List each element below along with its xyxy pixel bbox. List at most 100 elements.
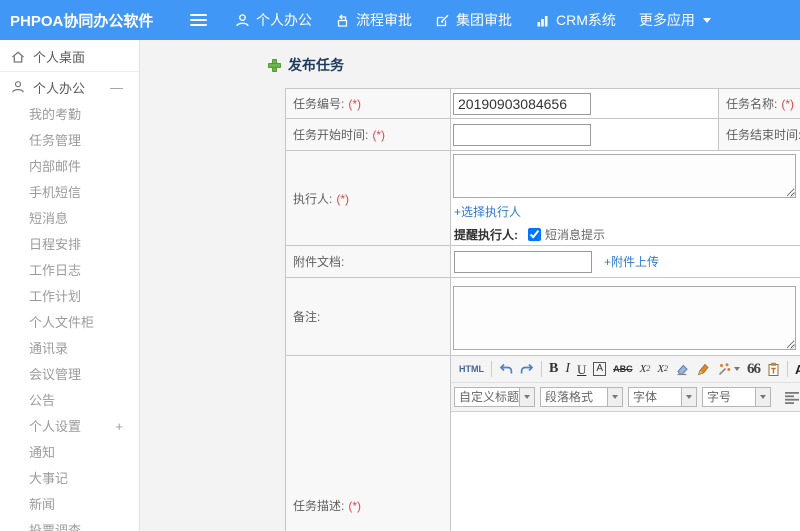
- expand-indicator[interactable]: +: [115, 414, 123, 440]
- field-label: 任务开始时间:: [293, 128, 369, 142]
- sidebar-item-notice[interactable]: 通知: [0, 440, 139, 466]
- caret-down-icon: [612, 395, 618, 399]
- process-icon: [337, 13, 348, 27]
- select-caret-button[interactable]: [756, 387, 771, 407]
- toolbar-separator: [491, 361, 492, 377]
- sidebar-item-vote[interactable]: 投票调查: [0, 518, 139, 531]
- nav-process-approval[interactable]: 流程审批: [335, 10, 412, 30]
- field-label: 任务描述:: [293, 499, 345, 513]
- sidebar-item-meeting[interactable]: 会议管理: [0, 362, 139, 388]
- underline-button[interactable]: U: [577, 363, 586, 376]
- executor-textarea[interactable]: [453, 153, 796, 198]
- custom-heading-select[interactable]: 自定义标题: [454, 387, 535, 407]
- topbar: PHPOA协同办公软件 个人办公 流程审批 集团审批 CRM系统 更多应用: [0, 0, 800, 40]
- sidebar-item-schedule[interactable]: 日程安排: [0, 232, 139, 258]
- required-mark: (*): [336, 191, 350, 206]
- caret-down-icon: [686, 395, 692, 399]
- publish-task-form: 任务编号:(*) 任务名称:(*) 任务开始时间:(*) 任务结束时间:(*) …: [285, 88, 800, 531]
- select-caret-button[interactable]: [520, 387, 535, 407]
- font-size-select[interactable]: 字号: [702, 387, 771, 407]
- attachment-upload-link[interactable]: +附件上传: [604, 253, 659, 270]
- sidebar-item-label: 个人设置: [29, 419, 82, 434]
- editor-toolbar-row2: 自定义标题 段落格式 字体 字号: [451, 383, 800, 412]
- sup-x: X: [639, 362, 647, 375]
- nav-crm-system[interactable]: CRM系统: [535, 10, 616, 30]
- eraser-button[interactable]: [675, 362, 689, 376]
- sidebar-item-contacts[interactable]: 通讯录: [0, 336, 139, 362]
- toolbar-separator: [787, 361, 789, 377]
- undo-button[interactable]: [499, 363, 513, 376]
- redo-button[interactable]: [520, 363, 534, 376]
- nav-group-approval[interactable]: 集团审批: [435, 10, 512, 30]
- editor-content-area[interactable]: [451, 412, 800, 531]
- html-source-button[interactable]: HTML: [459, 364, 484, 374]
- sidebar-item-work-log[interactable]: 工作日志: [0, 258, 139, 284]
- font-color-a: A: [795, 361, 800, 377]
- sidebar-item-work-plan[interactable]: 工作计划: [0, 284, 139, 310]
- caret-down-icon: [524, 395, 530, 399]
- field-label: 任务名称:: [726, 97, 778, 111]
- select-caret-button[interactable]: [682, 387, 697, 407]
- page-title: 发布任务: [288, 57, 344, 73]
- nav-label: 集团审批: [456, 12, 512, 28]
- font-color-button[interactable]: A: [795, 363, 800, 376]
- align-left-icon: [785, 391, 799, 404]
- sidebar-item-internal-mail[interactable]: 内部邮件: [0, 154, 139, 180]
- sidebar-item-task-management[interactable]: 任务管理: [0, 128, 139, 154]
- boxed-a-button[interactable]: A: [593, 362, 607, 376]
- bold-button[interactable]: B: [549, 362, 558, 376]
- brush-button[interactable]: [696, 362, 710, 376]
- sidebar-item-announcement[interactable]: 公告: [0, 388, 139, 414]
- caret-down-icon: [734, 367, 741, 371]
- task-name-label-cell: 任务名称: (*): [718, 88, 800, 119]
- sub-x: X: [657, 362, 665, 375]
- collapse-indicator[interactable]: —: [110, 80, 123, 95]
- sidebar-section-personal-office[interactable]: 个人办公 —: [0, 72, 139, 102]
- required-mark: (*): [372, 128, 386, 142]
- sidebar-item-short-message[interactable]: 短消息: [0, 206, 139, 232]
- required-mark: (*): [348, 97, 362, 111]
- menu-toggle-icon[interactable]: [190, 14, 207, 26]
- sidebar-item-desktop[interactable]: 个人桌面: [0, 42, 139, 72]
- nav-personal-office[interactable]: 个人办公: [235, 10, 312, 30]
- task-number-input[interactable]: [453, 92, 591, 115]
- sidebar-item-personal-settings[interactable]: 个人设置 +: [0, 414, 139, 440]
- font-family-select[interactable]: 字体: [628, 387, 697, 407]
- paste-button[interactable]: [767, 362, 780, 377]
- strikethrough-button[interactable]: ABC: [613, 364, 633, 374]
- attachment-input[interactable]: [454, 250, 592, 273]
- nav-label: 更多应用: [638, 12, 695, 28]
- home-icon: [12, 50, 24, 63]
- sidebar-item-sms[interactable]: 手机短信: [0, 180, 139, 206]
- sidebar-item-personal-files[interactable]: 个人文件柜: [0, 310, 139, 336]
- sidebar-item-news[interactable]: 新闻: [0, 492, 139, 518]
- rich-text-editor: HTML B I U A ABC X2 X2 66 A 自定义标题 段落格式 字…: [451, 356, 800, 531]
- sub-mark: 2: [664, 364, 669, 373]
- italic-button[interactable]: I: [565, 362, 570, 376]
- field-label: 备注:: [293, 310, 321, 324]
- remark-textarea[interactable]: [453, 285, 796, 350]
- select-caret-button[interactable]: [608, 387, 623, 407]
- blockquote-button[interactable]: 66: [747, 361, 761, 377]
- sidebar-section-label: 个人办公: [33, 80, 86, 96]
- paragraph-format-select[interactable]: 段落格式: [540, 387, 623, 407]
- person-icon: [236, 13, 249, 26]
- choose-executor-link[interactable]: +选择执行人: [454, 205, 521, 219]
- bar-chart-icon: [537, 15, 548, 26]
- sidebar-item-events[interactable]: 大事记: [0, 466, 139, 492]
- superscript-button[interactable]: X2: [639, 362, 651, 375]
- alignment-group: [784, 391, 800, 404]
- page-header: 发布任务: [268, 55, 344, 75]
- sidebar-submenu: 我的考勤 任务管理 内部邮件 手机短信 短消息 日程安排 工作日志 工作计划 个…: [0, 102, 139, 531]
- align-left-button[interactable]: [784, 391, 800, 404]
- toolbar-separator: [541, 361, 542, 377]
- sms-remind-checkbox[interactable]: [528, 227, 541, 241]
- format-painter-dropdown[interactable]: [717, 362, 741, 376]
- sidebar-item-attendance[interactable]: 我的考勤: [0, 102, 139, 128]
- task-number-label-cell: 任务编号: (*): [285, 88, 451, 119]
- nav-label: 个人办公: [256, 12, 312, 28]
- brush-icon: [697, 363, 709, 376]
- subscript-button[interactable]: X2: [657, 362, 669, 375]
- nav-more-apps[interactable]: 更多应用: [639, 10, 711, 30]
- start-time-input[interactable]: [453, 123, 591, 146]
